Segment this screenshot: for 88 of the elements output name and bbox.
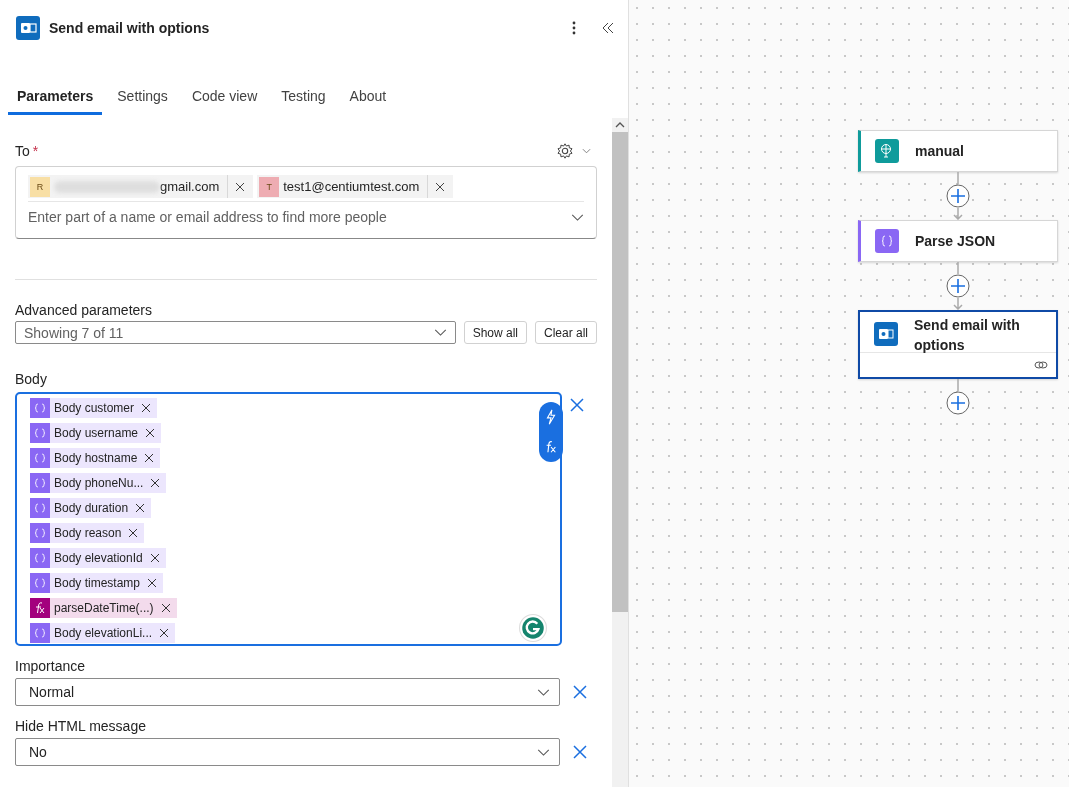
remove-icon[interactable] bbox=[135, 503, 146, 513]
field-label: Advanced parameters bbox=[15, 302, 153, 318]
scroll-up-icon[interactable] bbox=[615, 122, 625, 128]
tab[interactable]: About bbox=[340, 84, 396, 115]
field-label: Hide HTML message bbox=[15, 718, 147, 734]
connector-line bbox=[956, 379, 960, 391]
close-icon[interactable] bbox=[573, 745, 587, 759]
chevron-down-icon bbox=[537, 688, 550, 696]
node-icon bbox=[875, 229, 899, 253]
remove-icon[interactable] bbox=[435, 181, 446, 192]
close-icon[interactable] bbox=[573, 685, 587, 699]
flow-node[interactable]: Send email with options bbox=[858, 310, 1058, 379]
function-icon bbox=[30, 598, 50, 618]
token-chip: Body reason bbox=[30, 523, 145, 543]
connector-arrow bbox=[952, 298, 964, 310]
remove-icon[interactable] bbox=[150, 478, 161, 488]
grammarly-icon[interactable] bbox=[519, 614, 547, 642]
scrollbar[interactable] bbox=[612, 118, 628, 787]
close-icon[interactable] bbox=[570, 398, 584, 412]
token-chip: parseDateTime(...) bbox=[30, 598, 177, 618]
node-icon bbox=[875, 139, 899, 163]
token-chip: Body customer bbox=[30, 398, 158, 418]
avatar-initial: T bbox=[259, 176, 280, 197]
collapse-icon[interactable] bbox=[602, 22, 614, 34]
recipient-placeholder: Enter part of a name or email address to find more people bbox=[28, 209, 387, 225]
field-label: To bbox=[15, 143, 30, 159]
chevron-down-icon bbox=[537, 748, 550, 756]
settings-icon[interactable] bbox=[556, 142, 574, 160]
chevron-down-icon[interactable] bbox=[571, 213, 584, 221]
tab[interactable]: Testing bbox=[272, 84, 335, 115]
connector-arrow bbox=[952, 208, 964, 220]
variable-icon bbox=[30, 448, 50, 468]
required-mark: * bbox=[32, 143, 39, 159]
lightning-icon[interactable] bbox=[544, 409, 558, 425]
more-options-icon[interactable] bbox=[572, 21, 576, 35]
recipient-email: gmail.com bbox=[160, 175, 229, 198]
remove-icon[interactable] bbox=[145, 428, 156, 438]
remove-icon[interactable] bbox=[141, 403, 152, 413]
remove-icon[interactable] bbox=[147, 578, 158, 588]
field-label: Body bbox=[15, 371, 48, 387]
recipient-email: test1@centiumtest.com bbox=[283, 175, 429, 198]
field-label: Importance bbox=[15, 658, 87, 674]
variable-icon bbox=[30, 423, 50, 443]
tab[interactable]: Code view bbox=[182, 84, 267, 115]
token-chip: Body phoneNu... bbox=[30, 473, 167, 493]
action-button[interactable]: Show all bbox=[463, 321, 527, 344]
token-chip: Body duration bbox=[30, 498, 152, 518]
remove-icon[interactable] bbox=[149, 553, 160, 563]
variable-icon bbox=[30, 623, 50, 643]
connector-line bbox=[956, 172, 960, 184]
variable-icon bbox=[30, 573, 50, 593]
dropdown[interactable]: No bbox=[15, 738, 560, 766]
insert-pill[interactable] bbox=[539, 402, 563, 462]
variable-icon bbox=[30, 523, 50, 543]
remove-icon[interactable] bbox=[235, 181, 246, 192]
node-icon bbox=[874, 322, 898, 346]
advanced-parameters-dropdown[interactable]: Showing 7 of 11 bbox=[15, 321, 456, 344]
token-chip: Body elevationLi... bbox=[30, 623, 176, 643]
remove-icon[interactable] bbox=[159, 628, 170, 638]
dropdown[interactable]: Normal bbox=[15, 678, 560, 706]
add-step-icon[interactable] bbox=[946, 184, 970, 208]
tab[interactable]: Parameters bbox=[8, 84, 103, 115]
variable-icon bbox=[30, 498, 50, 518]
token-chip: Body timestamp bbox=[30, 573, 164, 593]
tab[interactable]: Settings bbox=[108, 84, 177, 115]
token-chip: Body elevationId bbox=[30, 548, 166, 568]
action-button[interactable]: Clear all bbox=[535, 321, 597, 344]
flow-node[interactable]: manual bbox=[858, 130, 1058, 172]
link-icon bbox=[1034, 360, 1048, 370]
avatar-initial: R bbox=[30, 176, 50, 197]
add-step-icon[interactable] bbox=[946, 274, 970, 298]
connector-line bbox=[956, 262, 960, 274]
remove-icon[interactable] bbox=[128, 528, 139, 538]
variable-icon bbox=[30, 548, 50, 568]
variable-icon bbox=[30, 473, 50, 493]
panel-title: Send email with options bbox=[49, 20, 211, 36]
flow-node[interactable]: Parse JSON bbox=[858, 220, 1058, 262]
add-step-icon[interactable] bbox=[946, 391, 970, 415]
variable-icon bbox=[30, 398, 50, 418]
chevron-down-icon bbox=[433, 329, 447, 336]
token-chip: Body hostname bbox=[30, 448, 161, 468]
outlook-icon bbox=[16, 16, 40, 40]
function-icon[interactable] bbox=[544, 439, 558, 455]
body-editor[interactable]: Body customer Body username Body hostname Body phoneNu... Body duration Body reason Body elevationId Body timestamp parseDateTime(...) Body elevationLi... bbox=[15, 392, 562, 646]
remove-icon[interactable] bbox=[144, 453, 155, 463]
token-chip: Body username bbox=[30, 423, 162, 443]
remove-icon[interactable] bbox=[160, 603, 171, 613]
recipients-field[interactable]: R gmail.com T test1@centiumtest.com Enter part of a name or email address to find more people bbox=[15, 166, 597, 239]
